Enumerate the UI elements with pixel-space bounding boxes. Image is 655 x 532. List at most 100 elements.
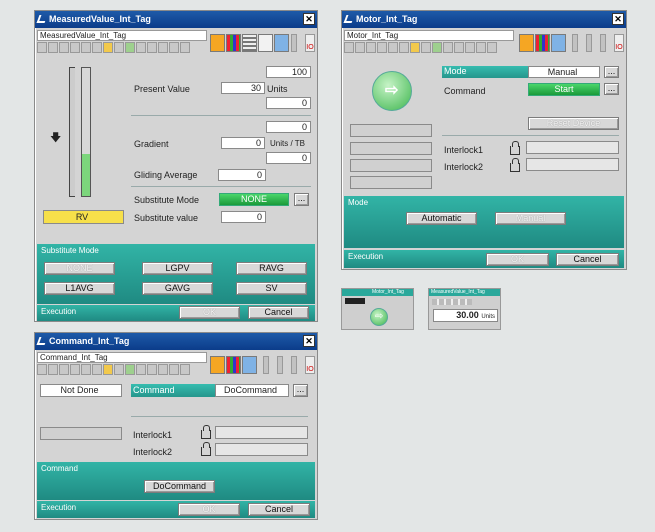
toolbar-separator	[291, 356, 297, 374]
run-arrow-icon: ⇨	[385, 82, 399, 99]
substitute-mode-more-button[interactable]: ...	[294, 193, 309, 206]
toolbar-cell-icon[interactable]	[70, 42, 80, 53]
home-icon[interactable]	[519, 34, 534, 52]
mode-more-button[interactable]: ...	[604, 66, 619, 78]
batch-icon[interactable]	[551, 34, 566, 52]
toolbar-cell-icon[interactable]	[180, 364, 190, 375]
toolbar-cell-icon[interactable]	[92, 364, 102, 375]
folder-icon[interactable]	[103, 364, 113, 375]
home-icon[interactable]	[210, 356, 225, 374]
toolbar-cell-icon[interactable]	[158, 364, 168, 375]
toolbar-icons	[344, 42, 497, 53]
interlock1-label: Interlock1	[133, 430, 173, 440]
subst-lgpv-button[interactable]: LGPV	[142, 262, 213, 275]
toolbar-cell-icon[interactable]	[147, 364, 157, 375]
trend-icon[interactable]	[226, 356, 241, 374]
manual-button[interactable]: Manual	[495, 212, 566, 225]
batch-icon[interactable]	[242, 356, 257, 374]
toolbar-cell-icon[interactable]	[465, 42, 475, 53]
toolbar-cell-icon[interactable]	[147, 42, 157, 53]
toolbar-cell-icon[interactable]	[114, 364, 124, 375]
motor-block-icon[interactable]: Motor_Int_Tag ⇨	[341, 288, 414, 330]
toolbar-cell-icon[interactable]	[454, 42, 464, 53]
ok-button[interactable]: OK	[179, 306, 240, 319]
subst-gavg-button[interactable]: GAVG	[142, 282, 213, 295]
gliding-average-field: 0	[218, 169, 266, 181]
toolbar-cell-icon[interactable]	[421, 42, 431, 53]
toolbar-cell-icon[interactable]	[37, 364, 47, 375]
substitute-value-field[interactable]: 0	[221, 211, 266, 223]
io-icon[interactable]: IO	[614, 34, 624, 52]
folder-icon[interactable]	[410, 42, 420, 53]
io-icon[interactable]: IO	[305, 356, 315, 374]
toolbar-cell-icon[interactable]	[169, 42, 179, 53]
subst-sv-button[interactable]: SV	[236, 282, 307, 295]
docommand-button[interactable]: DoCommand	[144, 480, 215, 493]
trend-icon[interactable]	[535, 34, 550, 52]
toolbar-cell-icon[interactable]	[443, 42, 453, 53]
toolbar-cell-icon[interactable]	[81, 364, 91, 375]
parameter-icon[interactable]	[242, 34, 257, 52]
reset-device-button[interactable]: Reset Device	[528, 117, 619, 130]
toolbar-cell-icon[interactable]	[344, 42, 354, 53]
trend-icon[interactable]	[226, 34, 241, 52]
toolbar-cell-icon[interactable]	[377, 42, 387, 53]
toolbar-cell-icon[interactable]	[158, 42, 168, 53]
toolbar-cell-icon[interactable]	[48, 364, 58, 375]
toolbar-cell-icon[interactable]	[136, 42, 146, 53]
close-button[interactable]: ✕	[303, 13, 315, 25]
check-icon[interactable]	[125, 364, 135, 375]
present-value-label: Present Value	[134, 84, 190, 94]
batch-icon[interactable]	[274, 34, 289, 52]
toolbar-cell-icon[interactable]	[136, 364, 146, 375]
ok-button[interactable]: OK	[486, 253, 549, 266]
toolbar-cell-icon[interactable]	[59, 364, 69, 375]
toolbar-cell-icon[interactable]	[37, 42, 47, 53]
measured-value-block-icon[interactable]: MeasuredValue_Int_Tag 30.00 Units	[428, 288, 501, 330]
toolbar-cell-icon[interactable]	[399, 42, 409, 53]
ok-button[interactable]: OK	[178, 503, 240, 516]
toolbar-cell-icon[interactable]	[180, 42, 190, 53]
close-button[interactable]: ✕	[303, 335, 315, 347]
title-bar[interactable]: Motor_Int_Tag ✕	[342, 11, 626, 28]
toolbar-cell-icon[interactable]	[92, 42, 102, 53]
title-bar[interactable]: Command_Int_Tag ✕	[35, 333, 317, 350]
check-icon[interactable]	[432, 42, 442, 53]
automatic-button[interactable]: Automatic	[406, 212, 477, 225]
limits-icon[interactable]	[258, 34, 273, 52]
toolbar-cell-icon[interactable]	[476, 42, 486, 53]
toolbar-cell-icon[interactable]	[355, 42, 365, 53]
toolbar-separator	[586, 34, 592, 52]
substitute-mode-field[interactable]: NONE	[219, 193, 289, 206]
gradient-field: 0	[221, 137, 265, 149]
toolbar-cell-icon[interactable]	[487, 42, 497, 53]
mode-field[interactable]: Manual	[528, 66, 600, 78]
command-field[interactable]: Start	[528, 83, 600, 96]
cancel-button[interactable]: Cancel	[556, 253, 619, 266]
toolbar-separator	[277, 356, 283, 374]
lock-icon	[510, 141, 520, 155]
command-more-button[interactable]: ...	[604, 83, 619, 95]
toolbar-cell-icon[interactable]	[366, 42, 376, 53]
toolbar-cell-icon[interactable]	[388, 42, 398, 53]
close-button[interactable]: ✕	[612, 13, 624, 25]
toolbar-cell-icon[interactable]	[114, 42, 124, 53]
toolbar-cell-icon[interactable]	[59, 42, 69, 53]
check-icon[interactable]	[125, 42, 135, 53]
subst-none-button[interactable]: NONE	[44, 262, 115, 275]
cancel-button[interactable]: Cancel	[248, 306, 309, 319]
toolbar-cell-icon[interactable]	[48, 42, 58, 53]
command-field[interactable]: DoCommand	[215, 384, 289, 397]
folder-icon[interactable]	[103, 42, 113, 53]
toolbar-cell-icon[interactable]	[169, 364, 179, 375]
io-icon[interactable]: IO	[305, 34, 315, 52]
rv-field[interactable]: RV	[43, 210, 124, 224]
subst-l1avg-button[interactable]: L1AVG	[44, 282, 115, 295]
toolbar-cell-icon[interactable]	[81, 42, 91, 53]
toolbar-cell-icon[interactable]	[70, 364, 80, 375]
home-icon[interactable]	[210, 34, 225, 52]
title-bar[interactable]: MeasuredValue_Int_Tag ✕	[35, 11, 317, 28]
command-more-button[interactable]: ...	[293, 384, 308, 397]
subst-ravg-button[interactable]: RAVG	[236, 262, 307, 275]
cancel-button[interactable]: Cancel	[248, 503, 310, 516]
